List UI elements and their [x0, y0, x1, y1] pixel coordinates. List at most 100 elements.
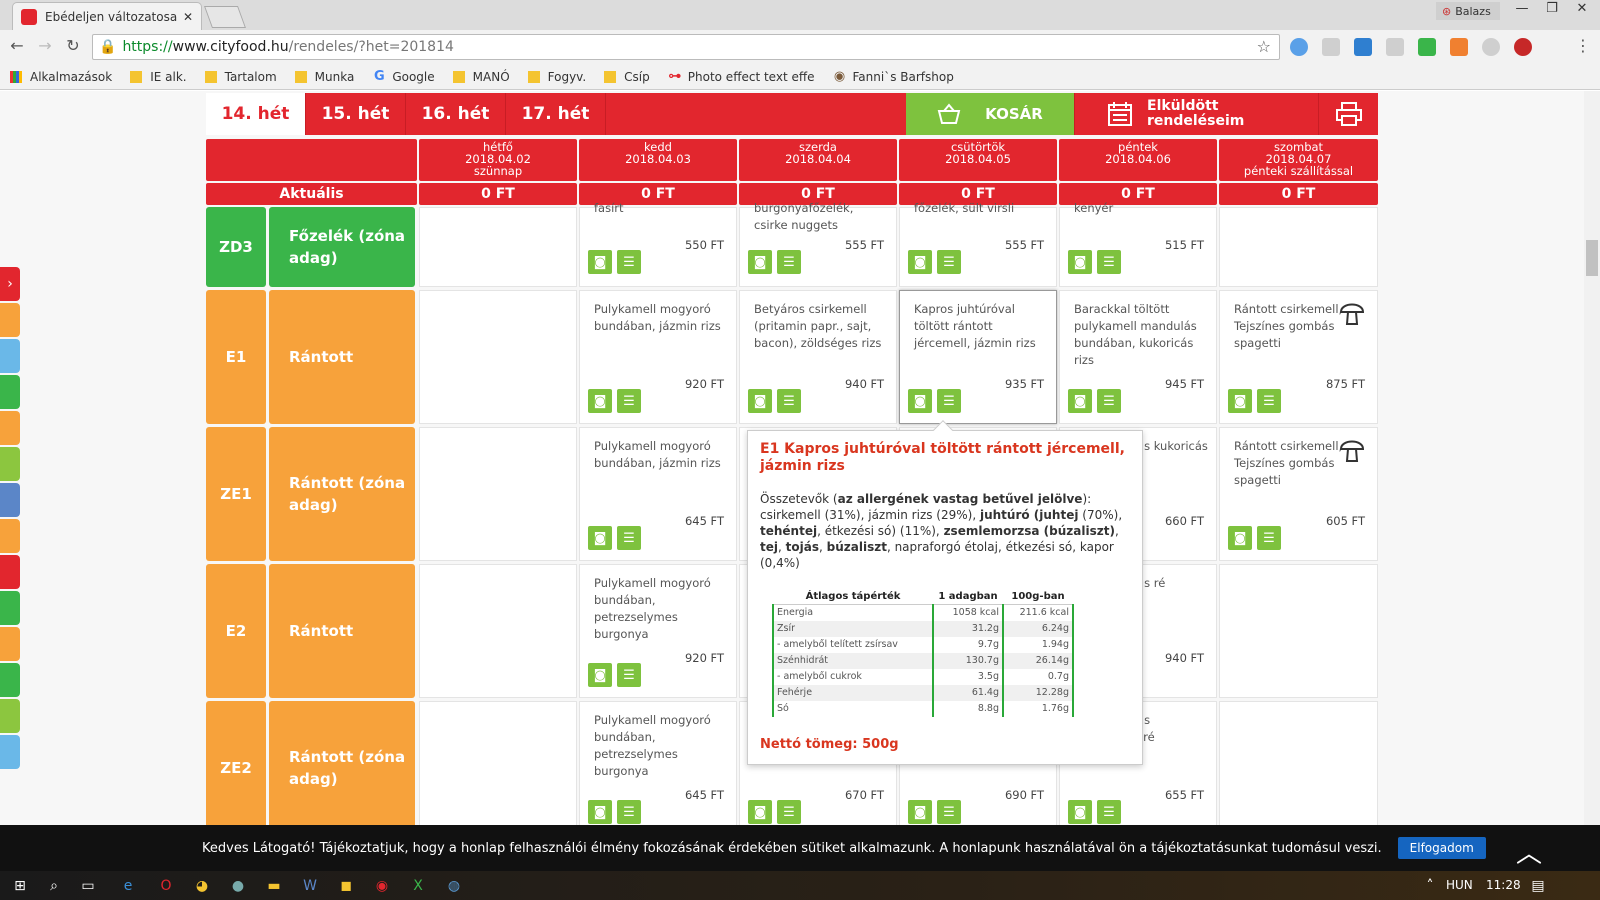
camera-icon[interactable]: ◙	[588, 663, 612, 687]
camera-icon[interactable]: ◙	[908, 250, 932, 274]
menu-cell[interactable]: Kapros juhtúróval töltött rántott jércem…	[899, 290, 1057, 424]
list-icon[interactable]: ☰	[1257, 526, 1281, 550]
list-icon[interactable]: ☰	[1257, 389, 1281, 413]
extension-lock-icon[interactable]	[1322, 38, 1340, 56]
bookmark-folder[interactable]: Munka	[294, 70, 354, 84]
tray-chevron-icon[interactable]: ˄	[1420, 876, 1440, 896]
menu-cell[interactable]: Pulykamell mogyoró bundában, jázmin rizs…	[579, 427, 737, 561]
side-color-tab[interactable]	[0, 663, 20, 697]
menu-cell[interactable]: kenyér 515 FT ◙ ☰	[1059, 201, 1217, 287]
side-color-tab[interactable]	[0, 339, 20, 373]
tab-close-icon[interactable]: ✕	[183, 10, 193, 24]
extension-green-icon[interactable]	[1418, 38, 1436, 56]
camera-icon[interactable]: ◙	[588, 250, 612, 274]
menu-cell[interactable]: főzelék, sült virsli 555 FT ◙ ☰	[899, 201, 1057, 287]
list-icon[interactable]: ☰	[777, 250, 801, 274]
bookmark-star-icon[interactable]: ☆	[1257, 37, 1271, 56]
camera-icon[interactable]: ◙	[1068, 389, 1092, 413]
menu-cell[interactable]: Betyáros csirkemell (pritamin papr., saj…	[739, 290, 897, 424]
list-icon[interactable]: ☰	[617, 250, 641, 274]
bookmark-barfshop[interactable]: ◉ Fanni`s Barfshop	[833, 69, 954, 84]
menu-cell[interactable]	[419, 564, 577, 698]
camera-icon[interactable]: ◙	[1068, 800, 1092, 824]
menu-cell[interactable]	[1219, 564, 1378, 698]
active-app-icon[interactable]: ◉	[372, 876, 392, 896]
bookmark-folder[interactable]: Fogyv.	[527, 70, 586, 84]
list-icon[interactable]: ☰	[937, 389, 961, 413]
camera-icon[interactable]: ◙	[588, 526, 612, 550]
bookmark-google[interactable]: G Google	[372, 69, 435, 84]
profile-button[interactable]: ⊛ Balazs	[1436, 2, 1500, 20]
sent-orders-button[interactable]: Elküldött rendeléseim	[1074, 93, 1318, 135]
menu-cell[interactable]	[419, 290, 577, 424]
page-scrollbar[interactable]	[1584, 91, 1600, 825]
app-icon[interactable]: ◍	[444, 876, 464, 896]
extension-wave-icon[interactable]	[1354, 38, 1372, 56]
camera-icon[interactable]: ◙	[1068, 250, 1092, 274]
side-color-tab[interactable]	[0, 591, 20, 625]
menu-cell[interactable]: Rántott csirkemell, Tejszínes gombás spa…	[1219, 290, 1378, 424]
window-close-icon[interactable]: ✕	[1568, 0, 1596, 20]
windows-start-icon[interactable]: ⊞	[10, 876, 30, 896]
menu-cell[interactable]: Barackkal töltött pulykamell mandulás bu…	[1059, 290, 1217, 424]
side-color-tab[interactable]	[0, 555, 20, 589]
menu-cell[interactable]	[419, 701, 577, 825]
bookmark-folder[interactable]: IE alk.	[130, 70, 187, 84]
side-color-tab[interactable]	[0, 735, 20, 769]
restore-icon[interactable]: ❐	[1538, 0, 1566, 20]
side-color-tab[interactable]	[0, 627, 20, 661]
task-view-icon[interactable]: ▭	[78, 876, 98, 896]
opera-icon[interactable]: O	[156, 876, 176, 896]
side-color-tab[interactable]	[0, 375, 20, 409]
app-icon[interactable]: ●	[228, 876, 248, 896]
minimize-icon[interactable]: —	[1508, 0, 1536, 20]
list-icon[interactable]: ☰	[937, 800, 961, 824]
new-tab-button[interactable]	[203, 6, 247, 28]
address-bar[interactable]: 🔒 https://www.cityfood.hu/rendeles/?het=…	[92, 34, 1280, 60]
cookie-accept-button[interactable]: Elfogadom	[1397, 837, 1486, 859]
list-icon[interactable]: ☰	[937, 250, 961, 274]
browser-menu-icon[interactable]: ⋮	[1572, 36, 1594, 55]
list-icon[interactable]: ☰	[617, 389, 641, 413]
menu-cell[interactable]	[1219, 207, 1378, 287]
print-button[interactable]	[1318, 93, 1378, 135]
side-color-tab[interactable]	[0, 519, 20, 553]
chrome-icon[interactable]: ◕	[192, 876, 212, 896]
menu-cell[interactable]	[1219, 701, 1378, 825]
back-arrow-icon[interactable]: ←	[6, 36, 28, 55]
camera-icon[interactable]: ◙	[748, 389, 772, 413]
scroll-top-chevron-icon[interactable]: ︿	[1516, 833, 1542, 870]
list-icon[interactable]: ☰	[617, 800, 641, 824]
menu-cell[interactable]: Pulykamell mogyoró bundában, petrezselym…	[579, 564, 737, 698]
tab-week-17[interactable]: 17. hét	[506, 93, 606, 135]
side-color-tab[interactable]	[0, 447, 20, 481]
menu-cell[interactable]: Pulykamell mogyoró bundában, petrezselym…	[579, 701, 737, 825]
excel-icon[interactable]: X	[408, 876, 428, 896]
extension-shield-icon[interactable]	[1290, 38, 1308, 56]
app-icon[interactable]: ◼	[336, 876, 356, 896]
menu-cell[interactable]	[419, 427, 577, 561]
word-icon[interactable]: W	[300, 876, 320, 896]
extension-chart-icon[interactable]	[1450, 38, 1468, 56]
clock[interactable]: 11:28	[1486, 878, 1521, 892]
adblock-icon[interactable]	[1514, 38, 1532, 56]
list-icon[interactable]: ☰	[777, 389, 801, 413]
tab-week-15[interactable]: 15. hét	[306, 93, 406, 135]
tab-week-16[interactable]: 16. hét	[406, 93, 506, 135]
file-explorer-icon[interactable]: ▬	[264, 876, 284, 896]
bookmark-folder[interactable]: Tartalom	[204, 70, 277, 84]
menu-cell[interactable]: burgonyafőzelék, csirke nuggets 555 FT ◙ ☰	[739, 201, 897, 287]
camera-icon[interactable]: ◙	[748, 800, 772, 824]
tab-week-14[interactable]: 14. hét	[206, 93, 306, 135]
edge-icon[interactable]: e	[118, 876, 138, 896]
forward-arrow-icon[interactable]: →	[34, 36, 56, 55]
camera-icon[interactable]: ◙	[748, 250, 772, 274]
list-icon[interactable]: ☰	[617, 526, 641, 550]
menu-cell[interactable]: fasírt 550 FT ◙ ☰	[579, 201, 737, 287]
camera-icon[interactable]: ◙	[908, 389, 932, 413]
language-indicator[interactable]: HUN	[1446, 878, 1473, 892]
bookmark-apps[interactable]: Alkalmazások	[10, 70, 112, 84]
bookmark-folder[interactable]: Csíp	[604, 70, 650, 84]
list-icon[interactable]: ☰	[1097, 389, 1121, 413]
side-color-tab[interactable]	[0, 303, 20, 337]
